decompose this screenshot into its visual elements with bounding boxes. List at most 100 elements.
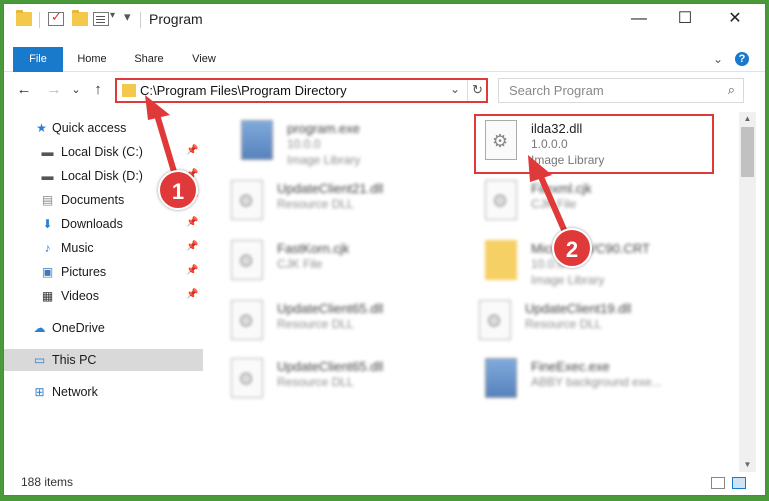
search-input[interactable]: Search Program (509, 83, 604, 98)
callout-badge-2: 2 (552, 228, 592, 268)
sidebar-item-downloads[interactable]: ⬇ Downloads 📌 (4, 213, 203, 235)
folder-icon (16, 10, 32, 26)
pin-icon: 📌 (186, 265, 199, 276)
up-button[interactable]: ↑ (88, 80, 108, 100)
back-button[interactable]: ← (14, 80, 34, 100)
explorer-window: ▾ ▾ Program — ☐ ✕ File Home Share View ⌄… (3, 3, 766, 496)
file-type: ABBY background exe... (531, 375, 662, 389)
file-icon (485, 180, 517, 220)
pin-icon: 📌 (186, 217, 199, 228)
pin-icon: 📌 (186, 289, 199, 300)
pin-icon: 📌 (186, 241, 199, 252)
sidebar-item-videos[interactable]: ▦ Videos 📌 (4, 285, 203, 307)
chevron-down-icon[interactable]: ⌄ (711, 52, 725, 66)
recent-locations-button[interactable]: ⌄ (66, 80, 86, 100)
sidebar-item-pictures[interactable]: ▣ Pictures 📌 (4, 261, 203, 283)
details-view-icon[interactable] (711, 477, 725, 489)
sidebar-item-local-disk-c[interactable]: ▬ Local Disk (C:) 📌 (4, 141, 203, 163)
network-icon: ⊞ (34, 385, 45, 399)
file-name: Filexml.cjk (531, 181, 592, 196)
status-item-count: 188 items (21, 475, 74, 489)
file-type: CJK File (277, 257, 323, 271)
scroll-down-icon[interactable]: ▼ (739, 458, 756, 472)
quick-access-dropdown-icon[interactable]: ▾ (124, 9, 131, 25)
pin-icon: 📌 (186, 145, 199, 156)
file-item-program-exe[interactable]: program.exe 10.0.0 Image Library (219, 114, 459, 167)
close-button[interactable]: ✕ (712, 4, 758, 34)
file-type: Resource DLL (277, 197, 354, 211)
file-item-fastkorn[interactable]: FastKorn.cjk CJK File (209, 234, 449, 284)
sidebar-item-network[interactable]: ⊞ Network (4, 381, 203, 403)
ribbon-tabs: File Home Share View ⌄ ? (4, 47, 765, 72)
file-type: Resource DLL (525, 317, 602, 331)
tab-share[interactable]: Share (126, 47, 172, 72)
folder-icon (485, 240, 517, 280)
navigation-bar: ← → ⌄ ↑ C:\Program Files\Program Directo… (4, 76, 765, 106)
file-name: UpdateClient65.dll (277, 301, 384, 316)
cloud-icon: ☁ (33, 321, 46, 335)
file-item-updateclient21[interactable]: UpdateClient21.dll Resource DLL (209, 174, 449, 224)
sidebar-item-music[interactable]: ♪ Music 📌 (4, 237, 203, 259)
file-name: FastKorn.cjk (277, 241, 350, 256)
pictures-icon: ▣ (41, 265, 54, 279)
scroll-up-icon[interactable]: ▲ (739, 112, 756, 126)
download-icon: ⬇ (42, 217, 53, 231)
large-icons-view-icon[interactable] (732, 477, 746, 489)
file-type: CJK File (531, 197, 577, 211)
chevron-down-icon[interactable]: ▾ (110, 10, 115, 21)
sidebar-item-quick-access[interactable]: ★ Quick access (4, 117, 203, 139)
sidebar-item-onedrive[interactable]: ☁ OneDrive (4, 317, 203, 339)
sidebar-item-this-pc[interactable]: ▭ This PC (4, 349, 203, 371)
sidebar-item-label: Pictures (61, 265, 107, 279)
sidebar-item-label: Network (52, 385, 98, 399)
help-icon[interactable]: ? (735, 52, 749, 66)
dll-gear-icon (231, 300, 263, 340)
drive-icon: ▬ (41, 169, 54, 183)
scroll-thumb[interactable] (741, 127, 754, 177)
customize-icon[interactable] (93, 12, 109, 26)
sidebar-item-label: Videos (61, 289, 99, 303)
file-name: program.exe (287, 121, 360, 136)
file-item-updateclient65-2[interactable]: UpdateClient65.dll Resource DLL (209, 352, 449, 402)
search-box[interactable]: Search Program ⌕ (498, 78, 744, 103)
minimize-button[interactable]: — (616, 4, 662, 34)
new-folder-icon[interactable] (72, 10, 88, 26)
dll-gear-icon (479, 300, 511, 340)
file-item-updateclient19[interactable]: UpdateClient19.dll Resource DLL (457, 294, 697, 344)
search-icon: ⌕ (727, 82, 735, 97)
address-dropdown-button[interactable]: ⌄ (450, 82, 460, 96)
file-version: 10.0.0 (287, 137, 321, 151)
file-name: FineExec.exe (531, 359, 610, 374)
tab-view[interactable]: View (184, 47, 224, 72)
address-path[interactable]: C:\Program Files\Program Directory (140, 83, 347, 98)
separator (140, 12, 141, 28)
file-item-updateclient65[interactable]: UpdateClient65.dll Resource DLL (209, 294, 449, 344)
file-item-filexml[interactable]: Filexml.cjk CJK File (463, 174, 703, 224)
tab-home[interactable]: Home (69, 47, 115, 72)
separator (39, 12, 40, 28)
properties-check-icon[interactable] (48, 9, 64, 26)
file-type: Image Library (287, 153, 361, 167)
file-item-fineexec[interactable]: FineExec.exe ABBY background exe... (463, 352, 703, 402)
file-icon (231, 240, 263, 280)
file-name: UpdateClient19.dll (525, 301, 632, 316)
refresh-button[interactable]: ↻ (467, 80, 487, 101)
file-name: UpdateClient65.dll (277, 359, 384, 374)
drive-icon: ▬ (41, 145, 54, 159)
documents-icon: ▤ (41, 193, 54, 207)
tab-file[interactable]: File (13, 47, 63, 72)
address-bar[interactable]: C:\Program Files\Program Directory ⌄ ↻ (115, 78, 488, 103)
dll-gear-icon (231, 358, 263, 398)
sidebar-item-label: This PC (52, 353, 97, 367)
target-file-highlight (474, 114, 714, 174)
window-title: Program (149, 11, 203, 27)
sidebar-item-label: Local Disk (C:) (61, 145, 143, 159)
sidebar-item-label: Quick access (52, 121, 127, 135)
sidebar-item-label: Music (61, 241, 94, 255)
forward-button[interactable]: → (44, 80, 64, 100)
sidebar-item-label: Downloads (61, 217, 123, 231)
music-icon: ♪ (44, 241, 51, 255)
sidebar-item-label: Local Disk (D:) (61, 169, 143, 183)
vertical-scrollbar[interactable]: ▲ ▼ (739, 112, 756, 472)
maximize-button[interactable]: ☐ (662, 4, 708, 34)
